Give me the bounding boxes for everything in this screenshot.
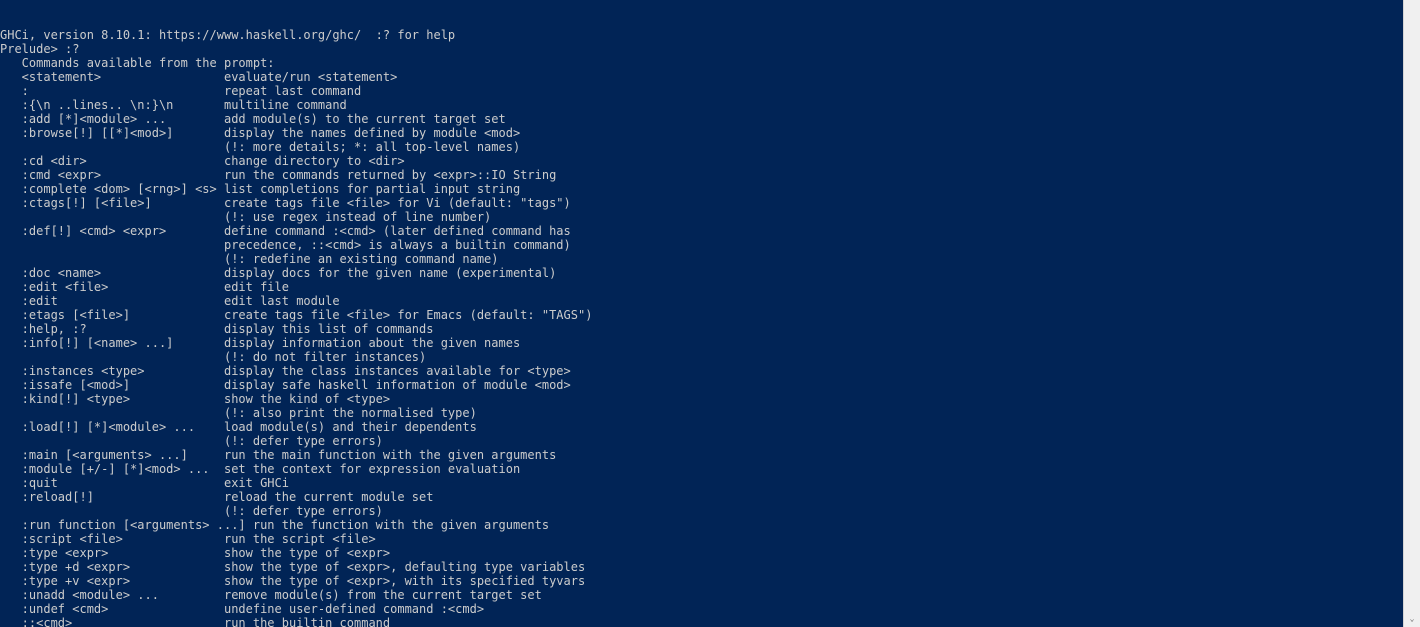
- terminal-line: (!: redefine an existing command name): [0, 252, 1403, 266]
- terminal-line: : repeat last command: [0, 84, 1403, 98]
- terminal-line: :reload[!] reload the current module set: [0, 490, 1403, 504]
- terminal-line: :help, :? display this list of commands: [0, 322, 1403, 336]
- terminal-line: :type +d <expr> show the type of <expr>,…: [0, 560, 1403, 574]
- terminal-output[interactable]: GHCi, version 8.10.1: https://www.haskel…: [0, 0, 1403, 627]
- terminal-line: :script <file> run the script <file>: [0, 532, 1403, 546]
- terminal-line: :type <expr> show the type of <expr>: [0, 546, 1403, 560]
- terminal-line: Commands available from the prompt:: [0, 56, 1403, 70]
- terminal-line: :cmd <expr> run the commands returned by…: [0, 168, 1403, 182]
- terminal-line: :instances <type> display the class inst…: [0, 364, 1403, 378]
- terminal-line: :etags [<file>] create tags file <file> …: [0, 308, 1403, 322]
- scrollbar-track[interactable]: [1404, 0, 1420, 610]
- terminal-line: ::<cmd> run the builtin command: [0, 616, 1403, 627]
- terminal-line: :undef <cmd> undefine user-defined comma…: [0, 602, 1403, 616]
- terminal-line: :def[!] <cmd> <expr> define command :<cm…: [0, 224, 1403, 238]
- terminal-line: (!: also print the normalised type): [0, 406, 1403, 420]
- terminal-line: :ctags[!] [<file>] create tags file <fil…: [0, 196, 1403, 210]
- terminal-line: :edit edit last module: [0, 294, 1403, 308]
- terminal-line: :load[!] [*]<module> ... load module(s) …: [0, 420, 1403, 434]
- terminal-line: :kind[!] <type> show the kind of <type>: [0, 392, 1403, 406]
- terminal-line: :complete <dom> [<rng>] <s> list complet…: [0, 182, 1403, 196]
- terminal-line: <statement> evaluate/run <statement>: [0, 70, 1403, 84]
- vertical-scrollbar[interactable]: ⌄: [1403, 0, 1420, 627]
- terminal-line: :main [<arguments> ...] run the main fun…: [0, 448, 1403, 462]
- terminal-line: (!: defer type errors): [0, 504, 1403, 518]
- terminal-line: :add [*]<module> ... add module(s) to th…: [0, 112, 1403, 126]
- terminal-line: :doc <name> display docs for the given n…: [0, 266, 1403, 280]
- terminal-line: :{\n ..lines.. \n:}\n multiline command: [0, 98, 1403, 112]
- terminal-line: (!: do not filter instances): [0, 350, 1403, 364]
- terminal-line: :run function [<arguments> ...] run the …: [0, 518, 1403, 532]
- terminal-line: precedence, ::<cmd> is always a builtin …: [0, 238, 1403, 252]
- terminal-line: :browse[!] [[*]<mod>] display the names …: [0, 126, 1403, 140]
- chevron-down-icon: ⌄: [1410, 612, 1415, 626]
- terminal-line: :type +v <expr> show the type of <expr>,…: [0, 574, 1403, 588]
- terminal-line: (!: defer type errors): [0, 434, 1403, 448]
- terminal-line: :issafe [<mod>] display safe haskell inf…: [0, 378, 1403, 392]
- terminal-window: GHCi, version 8.10.1: https://www.haskel…: [0, 0, 1420, 627]
- terminal-line: :unadd <module> ... remove module(s) fro…: [0, 588, 1403, 602]
- scrollbar-down-button[interactable]: ⌄: [1404, 610, 1420, 627]
- terminal-line: (!: more details; *: all top-level names…: [0, 140, 1403, 154]
- terminal-line: :cd <dir> change directory to <dir>: [0, 154, 1403, 168]
- terminal-line: :info[!] [<name> ...] display informatio…: [0, 336, 1403, 350]
- terminal-line: GHCi, version 8.10.1: https://www.haskel…: [0, 28, 1403, 42]
- terminal-line: :module [+/-] [*]<mod> ... set the conte…: [0, 462, 1403, 476]
- terminal-line: Prelude> :?: [0, 42, 1403, 56]
- terminal-line: (!: use regex instead of line number): [0, 210, 1403, 224]
- terminal-line: :edit <file> edit file: [0, 280, 1403, 294]
- terminal-line: :quit exit GHCi: [0, 476, 1403, 490]
